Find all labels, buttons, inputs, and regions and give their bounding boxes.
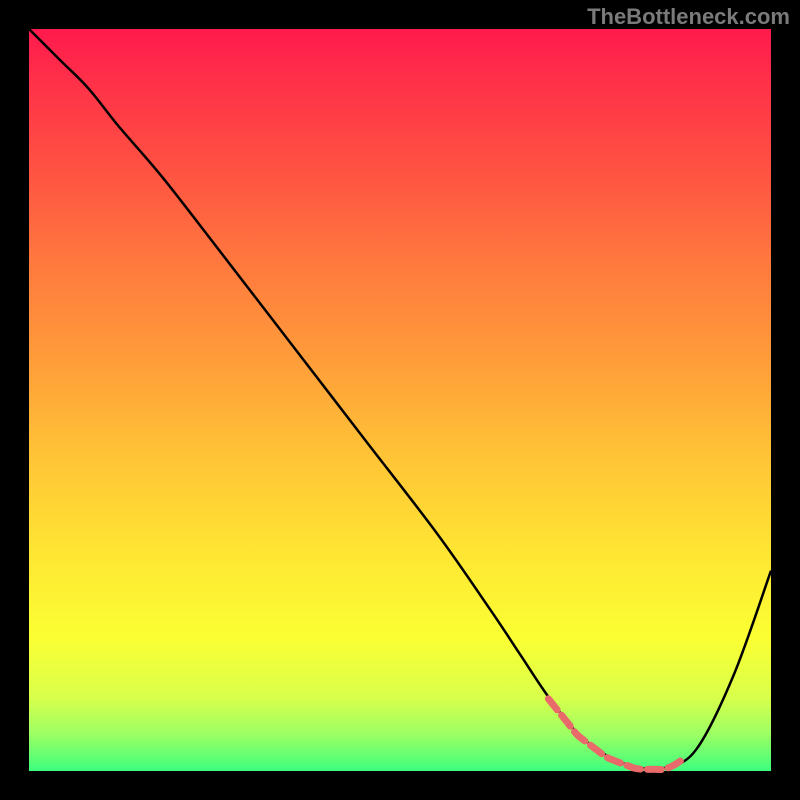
highlight-segment bbox=[548, 699, 682, 770]
chart-frame: TheBottleneck.com bbox=[0, 0, 800, 800]
attribution-label: TheBottleneck.com bbox=[587, 4, 790, 30]
chart-svg bbox=[29, 29, 771, 771]
plot-area bbox=[29, 29, 771, 771]
bottleneck-curve bbox=[29, 29, 771, 769]
